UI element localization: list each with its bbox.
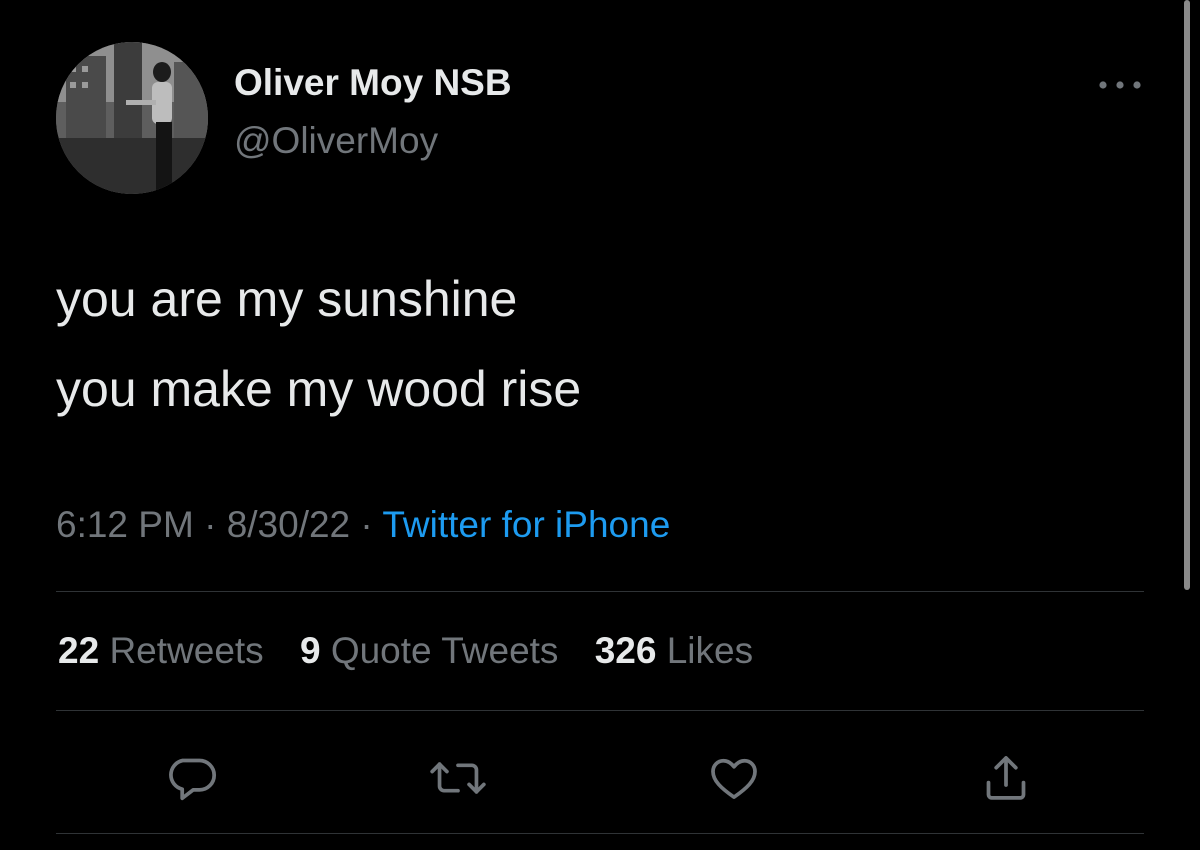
- divider: [56, 710, 1144, 711]
- tweet-text-line: you make my wood rise: [56, 361, 582, 417]
- retweets-count: 22: [58, 630, 100, 671]
- retweet-icon: [430, 762, 486, 794]
- likes-stat[interactable]: 326 Likes: [595, 630, 753, 671]
- divider: [56, 591, 1144, 592]
- quote-tweets-label: Quote Tweets: [330, 630, 559, 671]
- retweets-stat[interactable]: 22 Retweets: [58, 630, 264, 671]
- tweet-text-line: you are my sunshine: [56, 271, 518, 327]
- divider: [56, 833, 1144, 834]
- reply-icon: [169, 758, 216, 801]
- more-options-button[interactable]: [1092, 70, 1148, 100]
- tweet-stats: 22 Retweets 9 Quote Tweets 326 Likes: [58, 630, 779, 672]
- share-button[interactable]: [976, 748, 1036, 808]
- heart-icon: [711, 758, 757, 799]
- reply-button[interactable]: [162, 748, 222, 808]
- avatar-photo: [56, 42, 208, 194]
- tweet: Oliver Moy NSB @OliverMoy you are my sun…: [0, 0, 1200, 850]
- display-name[interactable]: Oliver Moy NSB: [234, 62, 512, 104]
- tweet-date[interactable]: 8/30/22: [227, 504, 350, 545]
- retweets-label: Retweets: [109, 630, 264, 671]
- share-icon: [986, 756, 1026, 800]
- retweet-button[interactable]: [428, 748, 488, 808]
- user-handle[interactable]: @OliverMoy: [234, 120, 438, 162]
- meta-separator: ·: [350, 504, 383, 545]
- meta-separator: ·: [193, 504, 227, 545]
- tweet-source-link[interactable]: Twitter for iPhone: [382, 504, 670, 545]
- quote-tweets-stat[interactable]: 9 Quote Tweets: [300, 630, 558, 671]
- likes-label: Likes: [666, 630, 754, 671]
- scrollbar[interactable]: [1184, 0, 1190, 590]
- tweet-meta: 6:12 PM · 8/30/22 · Twitter for iPhone: [56, 504, 670, 546]
- more-dots-icon: [1099, 81, 1141, 89]
- tweet-time[interactable]: 6:12 PM: [56, 504, 194, 545]
- likes-count: 326: [594, 630, 657, 671]
- like-button[interactable]: [704, 748, 764, 808]
- avatar[interactable]: [56, 42, 208, 194]
- quote-tweets-count: 9: [299, 630, 321, 671]
